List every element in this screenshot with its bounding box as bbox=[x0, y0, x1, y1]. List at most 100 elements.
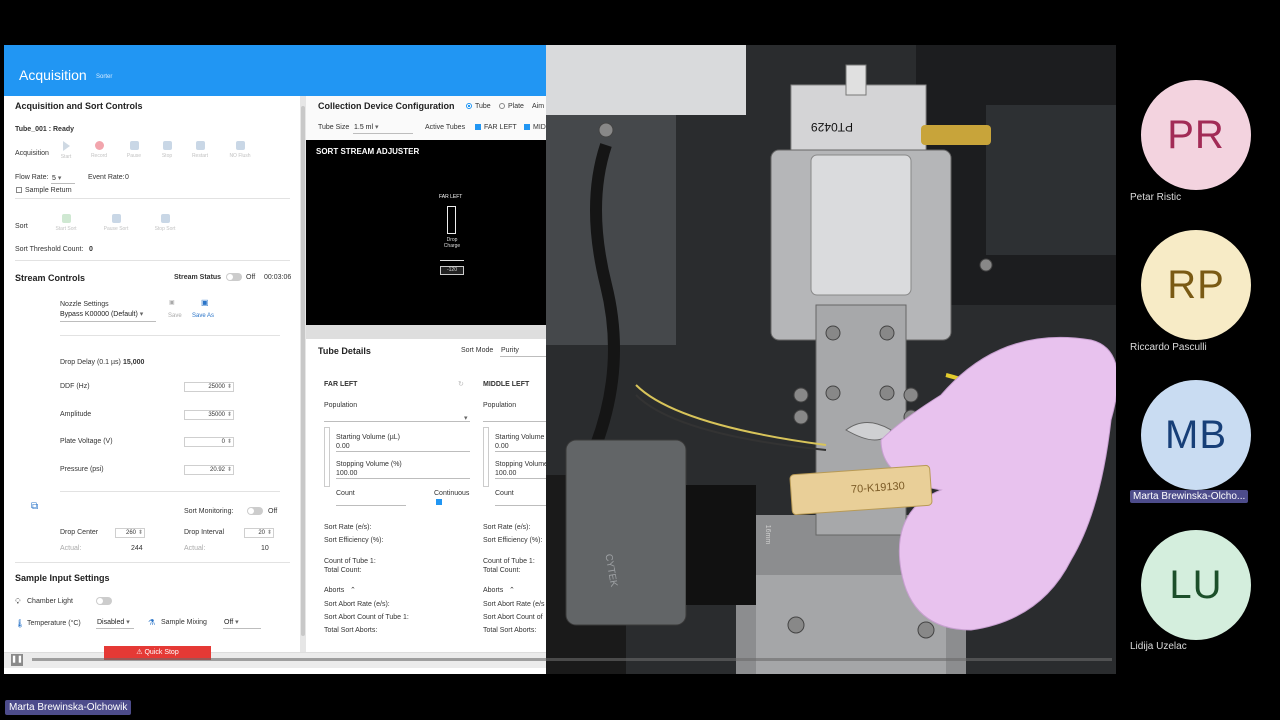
col1-population-underline bbox=[324, 421, 470, 422]
sample-section-title: Sample Input Settings bbox=[15, 573, 110, 583]
ddf-label: DDF (Hz) bbox=[60, 383, 90, 390]
amplitude-input[interactable]: 35000 bbox=[184, 410, 234, 420]
chamber-light-toggle[interactable] bbox=[96, 597, 112, 605]
col1-stopping-volume[interactable]: 100.00 bbox=[336, 470, 357, 477]
light-icon: 💡︎ bbox=[15, 597, 21, 606]
external-link-icon[interactable]: ⧉ bbox=[31, 501, 38, 512]
pressure-input[interactable]: 20.92 bbox=[184, 465, 234, 475]
col2-sort-abort-count: Sort Abort Count of bbox=[483, 614, 543, 621]
restart-icon bbox=[195, 141, 205, 150]
col2-stopping-volume[interactable]: 100.00 bbox=[495, 470, 516, 477]
participant-avatar-mb[interactable]: MB bbox=[1141, 380, 1251, 490]
participant-name-rp: Riccardo Pasculli bbox=[1130, 342, 1207, 353]
lens-label: 16mm bbox=[764, 524, 772, 545]
col1-stopping-volume-label: Stopping Volume (%) bbox=[336, 461, 402, 468]
col1-population-dropdown[interactable]: ▾ bbox=[464, 414, 468, 422]
nozzle-select[interactable]: Bypass K00000 (Default) bbox=[60, 310, 143, 318]
ddf-input[interactable]: 25000 bbox=[184, 382, 234, 392]
drop-interval-label: Drop Interval bbox=[184, 529, 225, 536]
start-sort-button[interactable]: Start Sort bbox=[51, 214, 81, 232]
sort-monitoring-toggle[interactable] bbox=[247, 507, 263, 515]
stream-status-toggle[interactable] bbox=[226, 273, 242, 281]
plate-voltage-label: Plate Voltage (V) bbox=[60, 438, 113, 445]
far-left-checkbox[interactable] bbox=[475, 124, 481, 130]
sort-mode-value[interactable]: Purity bbox=[501, 347, 519, 354]
flow-rate-select[interactable]: 5 bbox=[52, 174, 61, 182]
tube-size-select[interactable]: 1.5 ml bbox=[354, 123, 379, 131]
col1-starting-volume[interactable]: 0.00 bbox=[336, 443, 350, 450]
shared-screen: Acquisition Sorter Acquisition and Sort … bbox=[4, 45, 1116, 674]
start-button[interactable]: Start bbox=[51, 141, 81, 160]
panel-separator bbox=[306, 325, 546, 339]
col1-total-count: Total Count: bbox=[324, 567, 362, 574]
pause-sort-button[interactable]: Pause Sort bbox=[101, 214, 131, 232]
drop-center-actual: 244 bbox=[131, 545, 143, 552]
col1-sort-abort-count: Sort Abort Count of Tube 1: bbox=[324, 614, 409, 621]
sample-return-checkbox[interactable] bbox=[16, 187, 22, 193]
col2-sort-rate: Sort Rate (e/s): bbox=[483, 524, 531, 531]
col2-aborts-chevron-icon[interactable]: ⌃ bbox=[509, 586, 515, 594]
plate-radio[interactable] bbox=[499, 103, 505, 109]
col1-volume-bar bbox=[324, 427, 330, 487]
drop-interval-actual: 10 bbox=[261, 545, 269, 552]
temperature-select[interactable]: Disabled bbox=[97, 618, 130, 626]
restart-button[interactable]: Restart bbox=[185, 141, 215, 159]
flush-icon bbox=[235, 141, 245, 150]
col2-aborts[interactable]: Aborts bbox=[483, 587, 503, 594]
label-pt-sticker: PT0429 bbox=[811, 120, 854, 134]
aim-option: Aim bbox=[532, 103, 545, 110]
save-button[interactable]: Save bbox=[168, 313, 182, 319]
drop-interval-input[interactable]: 20 bbox=[244, 528, 274, 538]
tube-radio[interactable] bbox=[466, 103, 472, 109]
save-as-button[interactable]: Save As bbox=[192, 313, 214, 319]
stop-sort-icon bbox=[160, 214, 170, 223]
continuous-checkbox[interactable] bbox=[436, 499, 442, 505]
record-button[interactable]: Record bbox=[84, 141, 114, 159]
tube-size-label: Tube Size bbox=[318, 124, 350, 131]
aborts-chevron-icon[interactable]: ⌃ bbox=[350, 586, 356, 594]
sort-monitoring-label: Sort Monitoring: bbox=[184, 508, 234, 515]
mid-checkbox[interactable] bbox=[524, 124, 530, 130]
sample-return-label: Sample Return bbox=[25, 187, 72, 194]
divider bbox=[60, 491, 280, 492]
sample-mixing-select[interactable]: Off bbox=[224, 618, 239, 626]
participant-avatar-rp[interactable]: RP bbox=[1141, 230, 1251, 340]
col2-starting-volume[interactable]: 0.00 bbox=[495, 443, 509, 450]
stop-button[interactable]: Stop bbox=[152, 141, 182, 159]
pause-acq-button[interactable]: Pause bbox=[119, 141, 149, 159]
plate-voltage-input[interactable]: 0 bbox=[184, 437, 234, 447]
sort-icon bbox=[61, 214, 71, 223]
scroll-thumb[interactable] bbox=[301, 106, 305, 636]
col2-count-underline bbox=[495, 505, 546, 506]
col2-volume-bar bbox=[483, 427, 489, 487]
drop-charge-input[interactable]: -120 bbox=[440, 266, 464, 275]
continuous-label: Continuous bbox=[434, 490, 470, 497]
col1-starting-underline bbox=[336, 451, 470, 452]
col1-aborts[interactable]: Aborts bbox=[324, 587, 344, 594]
active-tubes-label: Active Tubes bbox=[425, 124, 466, 131]
col2-count-label: Count bbox=[495, 490, 514, 497]
participant-avatar-pr[interactable]: PR bbox=[1141, 80, 1251, 190]
mixing-underline bbox=[223, 628, 261, 629]
col1-starting-volume-label: Starting Volume (µL) bbox=[336, 434, 400, 441]
drop-charge-slider[interactable] bbox=[440, 260, 464, 261]
temperature-underline bbox=[96, 628, 134, 629]
app-header: Acquisition Sorter bbox=[4, 45, 546, 96]
divider bbox=[15, 198, 290, 199]
pressure-label: Pressure (psi) bbox=[60, 466, 104, 473]
video-pause-button[interactable]: ❚❚ bbox=[11, 654, 23, 666]
plate-option: Plate bbox=[508, 103, 524, 110]
sort-label: Sort bbox=[15, 223, 28, 230]
flush-button[interactable]: NO Flush bbox=[225, 141, 255, 159]
participant-avatar-lu[interactable]: LU bbox=[1141, 530, 1251, 640]
col2-total-sort-aborts: Total Sort Aborts: bbox=[483, 627, 537, 634]
stream-adjuster-title: SORT STREAM ADJUSTER bbox=[316, 147, 420, 156]
save-as-icon: ▣ bbox=[201, 298, 209, 307]
video-progress-bar[interactable] bbox=[32, 658, 1112, 661]
mixing-icon: ⚗︎ bbox=[148, 618, 156, 627]
drop-center-input[interactable]: 260 bbox=[115, 528, 145, 538]
col1-sort-efficiency: Sort Efficiency (%): bbox=[324, 537, 384, 544]
stop-sort-button[interactable]: Stop Sort bbox=[150, 214, 180, 232]
refresh-icon[interactable]: ↻ bbox=[458, 380, 464, 388]
thermometer-icon: 🌡︎ bbox=[15, 619, 26, 628]
